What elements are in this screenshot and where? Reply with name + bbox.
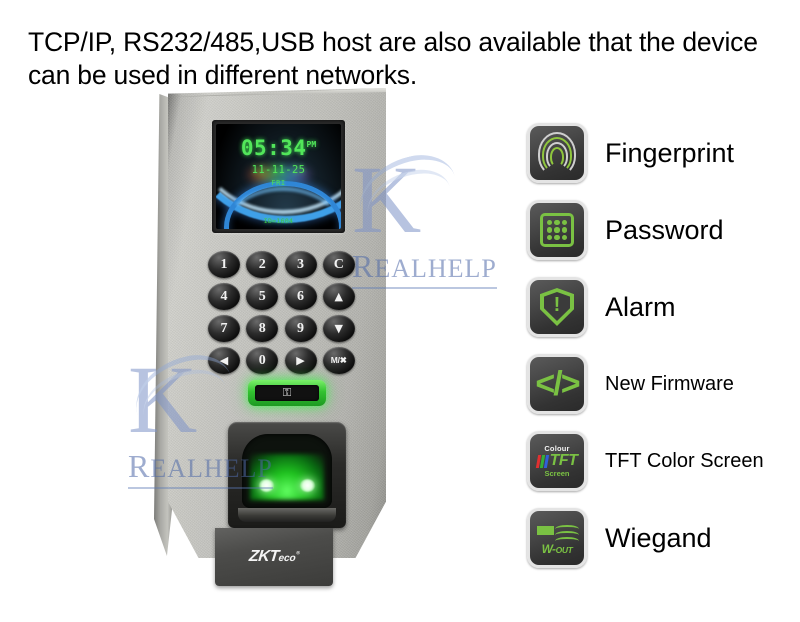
key-1[interactable]: 1 [208, 251, 240, 278]
lcd-screen: 05:34PM 11-11-25 FRI ID=1604 [216, 124, 341, 229]
fingerprint-led-right [300, 479, 315, 492]
key-left-arrow[interactable]: ◀ [208, 347, 240, 374]
key-right-arrow[interactable]: ▶ [284, 347, 317, 374]
device-bottom-panel: ZKTeco® [215, 528, 333, 586]
zkteco-logo-main: ZKT [248, 548, 280, 565]
feature-row-alarm: ! Alarm [527, 276, 800, 338]
key-5[interactable]: 5 [246, 283, 279, 310]
zkteco-logo: ZKTeco® [248, 548, 300, 566]
lcd-screen-bezel: 05:34PM 11-11-25 FRI ID=1604 [212, 120, 345, 233]
fingerprint-sensor-housing [228, 422, 346, 528]
keypad[interactable]: 1 2 3 C 4 5 6 ▲ 7 8 9 ▼ ◀ 0 ▶ M/✖ [208, 251, 356, 374]
wiegand-out-icon: W-OUT [527, 508, 587, 568]
feature-label: TFT Color Screen [605, 449, 764, 472]
feature-row-new-firmware: </> New Firmware [527, 353, 800, 415]
fingerprint-sensor-window[interactable] [242, 434, 332, 508]
key-0[interactable]: 0 [246, 347, 279, 374]
zkteco-logo-eco: eco [277, 553, 297, 564]
feature-row-wiegand: W-OUT Wiegand [527, 507, 800, 569]
key-6[interactable]: 6 [284, 283, 317, 310]
key-clear[interactable]: C [322, 251, 355, 278]
wiegand-glyph: W-OUT [534, 522, 580, 555]
key-down-arrow[interactable]: ▼ [322, 315, 355, 342]
fingerprint-sensor-lip [238, 508, 336, 522]
fingerprint-led-left [259, 479, 274, 492]
watermark-text-cap: R [128, 448, 151, 484]
tft-screen-icon: Colour TFT Screen [527, 431, 587, 491]
lock-icon: ⚿ [282, 386, 292, 399]
page-title: TCP/IP, RS232/485,USB host are also avai… [28, 27, 758, 90]
feature-row-password: Password [527, 199, 800, 261]
zkteco-f18-device-image: 05:34PM 11-11-25 FRI ID=1604 1 2 3 C 4 5 6 ▲ 7 8 9… [150, 88, 400, 588]
lcd-clock: 05:34PM [216, 138, 341, 159]
feature-label: Wiegand [605, 522, 712, 553]
zkteco-logo-registered: ® [295, 550, 300, 557]
feature-label: Password [605, 214, 724, 245]
lcd-date: 11-11-25 [251, 164, 306, 176]
feature-label: New Firmware [605, 372, 734, 395]
key-9[interactable]: 9 [284, 315, 317, 342]
feature-label: Alarm [605, 291, 676, 322]
code-brackets-icon: </> [527, 354, 587, 414]
key-2[interactable]: 2 [246, 251, 279, 278]
lcd-device-id: ID=1604 [263, 217, 294, 225]
feature-label: Fingerprint [605, 137, 735, 168]
password-glyph [540, 213, 574, 247]
shield-glyph: ! [540, 288, 574, 326]
feature-row-fingerprint: Fingerprint [527, 122, 800, 184]
lcd-weekday: FRI [271, 179, 286, 187]
password-keypad-icon [527, 200, 587, 260]
lcd-clock-time: 05:34 [240, 136, 307, 160]
lock-indicator-window: ⚿ [255, 385, 319, 401]
tft-glyph: Colour TFT Screen [532, 443, 582, 478]
fingerprint-icon [527, 123, 587, 183]
fingerprint-sensor-glow [250, 454, 324, 500]
key-8[interactable]: 8 [246, 315, 279, 342]
tft-glyph-top: Colour [544, 443, 570, 453]
code-glyph: </> [535, 365, 580, 403]
fingerprint-glyph [538, 132, 576, 176]
feature-list: Fingerprint Password! Alarm </> New Firmware… [527, 122, 800, 584]
wiegand-glyph-w: W- [541, 541, 556, 556]
alarm-shield-icon: ! [527, 277, 587, 337]
key-up-arrow[interactable]: ▲ [322, 283, 355, 310]
key-3[interactable]: 3 [284, 251, 317, 278]
feature-row-tft-color-screen: Colour TFT Screen TFT Color Screen [527, 430, 800, 492]
wiegand-glyph-out: OUT [555, 544, 573, 555]
key-menu-escape[interactable]: M/✖ [322, 347, 355, 374]
key-7[interactable]: 7 [208, 315, 240, 342]
key-4[interactable]: 4 [208, 283, 240, 310]
tft-glyph-bottom: Screen [544, 469, 570, 478]
lock-status-indicator: ⚿ [248, 380, 326, 406]
rgb-bars-icon [535, 454, 549, 468]
lcd-clock-ampm: PM [306, 140, 317, 149]
tft-glyph-mid: TFT [549, 452, 578, 469]
